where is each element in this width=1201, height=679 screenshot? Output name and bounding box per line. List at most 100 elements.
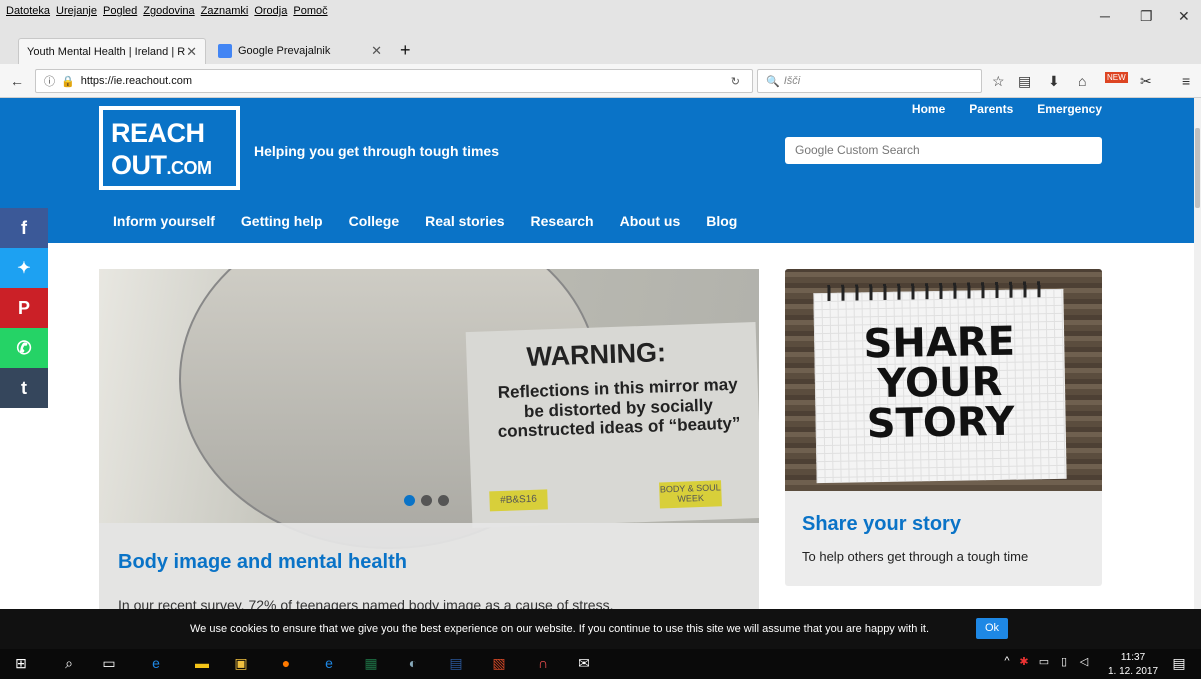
- menu-edit[interactable]: Urejanje: [56, 5, 97, 17]
- battery-icon[interactable]: ▭: [1035, 655, 1053, 673]
- link-parents[interactable]: Parents: [969, 102, 1013, 116]
- notifications-icon[interactable]: ▤: [1170, 655, 1188, 673]
- reachout-logo[interactable]: REACH OUT.COM: [99, 106, 240, 190]
- pinterest-icon[interactable]: P: [0, 288, 48, 328]
- new-tab-icon[interactable]: +: [400, 40, 411, 61]
- tumblr-icon[interactable]: t: [0, 368, 48, 408]
- close-window-icon[interactable]: ✕: [1178, 8, 1190, 25]
- site-header: REACH OUT.COM Helping you get through to…: [0, 98, 1194, 243]
- nav-blog[interactable]: Blog: [706, 213, 737, 229]
- share-title[interactable]: Share your story: [802, 513, 961, 536]
- link-emergency[interactable]: Emergency: [1037, 102, 1102, 116]
- share-image-text: SHARE YOUR STORY: [863, 318, 1016, 448]
- menu-tools[interactable]: Orodja: [254, 5, 287, 17]
- slider-dot-1[interactable]: [404, 495, 415, 506]
- cookie-banner: We use cookies to ensure that we give yo…: [0, 609, 1201, 649]
- menu-view[interactable]: Pogled: [103, 5, 137, 17]
- google-translate-icon: [218, 44, 232, 58]
- volume-icon[interactable]: ◁: [1075, 655, 1093, 673]
- mail-icon[interactable]: ✉: [575, 655, 593, 673]
- slider-dot-2[interactable]: [421, 495, 432, 506]
- close-tab-icon[interactable]: ✕: [186, 44, 197, 60]
- excel-icon[interactable]: ▦: [362, 655, 380, 673]
- app-icon[interactable]: ◐: [404, 655, 422, 673]
- menu-bookmarks[interactable]: Zaznamki: [201, 5, 249, 17]
- download-icon[interactable]: ⬇: [1048, 73, 1060, 90]
- twitter-icon[interactable]: ✦: [0, 248, 48, 288]
- clock[interactable]: 11:37 1. 12. 2017: [1108, 651, 1158, 679]
- nav-research[interactable]: Research: [531, 213, 594, 229]
- menu-bar: Datoteka Urejanje Pogled Zgodovina Zazna…: [0, 0, 1201, 34]
- share-story-image: SHARE YOUR STORY: [785, 269, 1102, 491]
- extension-icon[interactable]: ✂: [1140, 73, 1152, 90]
- minimize-icon[interactable]: ─: [1100, 8, 1110, 24]
- back-icon[interactable]: ←: [10, 73, 24, 89]
- tray-chevron-icon[interactable]: ^: [998, 655, 1016, 673]
- cookie-message: We use cookies to ensure that we give yo…: [190, 623, 930, 635]
- hero-slider[interactable]: WARNING: Reflections in this mirror may …: [99, 269, 759, 609]
- slider-dots: [404, 495, 449, 506]
- warning-text: Reflections in this mirror may be distor…: [497, 374, 741, 442]
- nav-college[interactable]: College: [349, 213, 400, 229]
- start-icon[interactable]: ⊞: [12, 655, 30, 673]
- nav-real-stories[interactable]: Real stories: [425, 213, 504, 229]
- network-icon[interactable]: ▯: [1055, 655, 1073, 673]
- search-icon[interactable]: ⌕: [60, 655, 78, 673]
- reading-list-icon[interactable]: ▤: [1018, 73, 1031, 90]
- menu-help[interactable]: Pomoč: [293, 5, 327, 17]
- edge-icon[interactable]: e: [147, 655, 165, 673]
- web-page: REACH OUT.COM Helping you get through to…: [0, 98, 1194, 609]
- browser-search-placeholder: Išči: [783, 75, 801, 87]
- hero-title[interactable]: Body image and mental health: [118, 551, 407, 574]
- menu-file[interactable]: Datoteka: [6, 5, 50, 17]
- notepad: SHARE YOUR STORY: [813, 281, 1067, 484]
- windows-taskbar: ⊞ ⌕ ▭ e ▬ ▣ ● e ▦ ◐ ▤ ▧ ∩ ✉ ^ ✱ ▭ ▯ ◁ 11…: [0, 649, 1201, 679]
- warning-title: WARNING:: [526, 337, 667, 373]
- link-home[interactable]: Home: [912, 102, 945, 116]
- store-icon[interactable]: ▣: [232, 655, 250, 673]
- close-tab-icon[interactable]: ✕: [371, 43, 382, 59]
- scrollbar-thumb[interactable]: [1195, 128, 1200, 208]
- internet-explorer-icon[interactable]: e: [320, 655, 338, 673]
- tab-label: Google Prevajalnik: [238, 45, 331, 57]
- word-icon[interactable]: ▤: [447, 655, 465, 673]
- tab-bar: Youth Mental Health | Ireland | R ✕ Goog…: [0, 34, 1201, 64]
- tab-google-translate[interactable]: Google Prevajalnik ✕: [210, 38, 390, 64]
- nav-about-us[interactable]: About us: [620, 213, 681, 229]
- home-icon[interactable]: ⌂: [1078, 73, 1086, 89]
- hero-text: In our recent survey, 72% of teenagers n…: [118, 597, 614, 609]
- slider-dot-3[interactable]: [438, 495, 449, 506]
- info-icon[interactable]: ⓘ: [44, 73, 55, 89]
- tab-reachout[interactable]: Youth Mental Health | Ireland | R ✕: [18, 38, 206, 64]
- share-story-card[interactable]: SHARE YOUR STORY Share your story To hel…: [785, 269, 1102, 586]
- cookie-ok-button[interactable]: Ok: [976, 618, 1008, 639]
- menu-history[interactable]: Zgodovina: [143, 5, 194, 17]
- office-icon[interactable]: ∩: [534, 655, 552, 673]
- powerpoint-icon[interactable]: ▧: [490, 655, 508, 673]
- main-nav: Inform yourself Getting help College Rea…: [113, 213, 737, 229]
- nav-getting-help[interactable]: Getting help: [241, 213, 323, 229]
- url-bar[interactable]: ⓘ 🔒 https://ie.reachout.com ↻: [35, 69, 753, 93]
- site-tagline: Helping you get through tough times: [254, 143, 499, 159]
- notepad-rings: [827, 281, 1050, 301]
- new-badge-icon[interactable]: NEW: [1105, 72, 1128, 83]
- facebook-icon[interactable]: f: [0, 208, 48, 248]
- body-soul-sticker: BODY & SOUL WEEK: [659, 480, 722, 509]
- hero-image: WARNING: Reflections in this mirror may …: [99, 269, 759, 549]
- scrollbar[interactable]: [1194, 98, 1201, 609]
- whatsapp-icon[interactable]: ✆: [0, 328, 48, 368]
- reload-icon[interactable]: ↻: [731, 75, 740, 88]
- bookmark-star-icon[interactable]: ☆: [992, 73, 1005, 90]
- nav-inform-yourself[interactable]: Inform yourself: [113, 213, 215, 229]
- browser-search-input[interactable]: 🔍 Išči: [757, 69, 982, 93]
- site-search-input[interactable]: Google Custom Search: [785, 137, 1102, 164]
- firefox-icon[interactable]: ●: [277, 655, 295, 673]
- file-explorer-icon[interactable]: ▬: [193, 655, 211, 673]
- logo-line1: REACH: [111, 118, 205, 148]
- restore-icon[interactable]: ❐: [1140, 8, 1153, 25]
- url-text[interactable]: https://ie.reachout.com: [81, 75, 192, 87]
- task-view-icon[interactable]: ▭: [100, 655, 118, 673]
- menu-icon[interactable]: ≡: [1182, 73, 1190, 89]
- search-icon: 🔍: [766, 75, 780, 88]
- tray-app-icon[interactable]: ✱: [1015, 655, 1033, 673]
